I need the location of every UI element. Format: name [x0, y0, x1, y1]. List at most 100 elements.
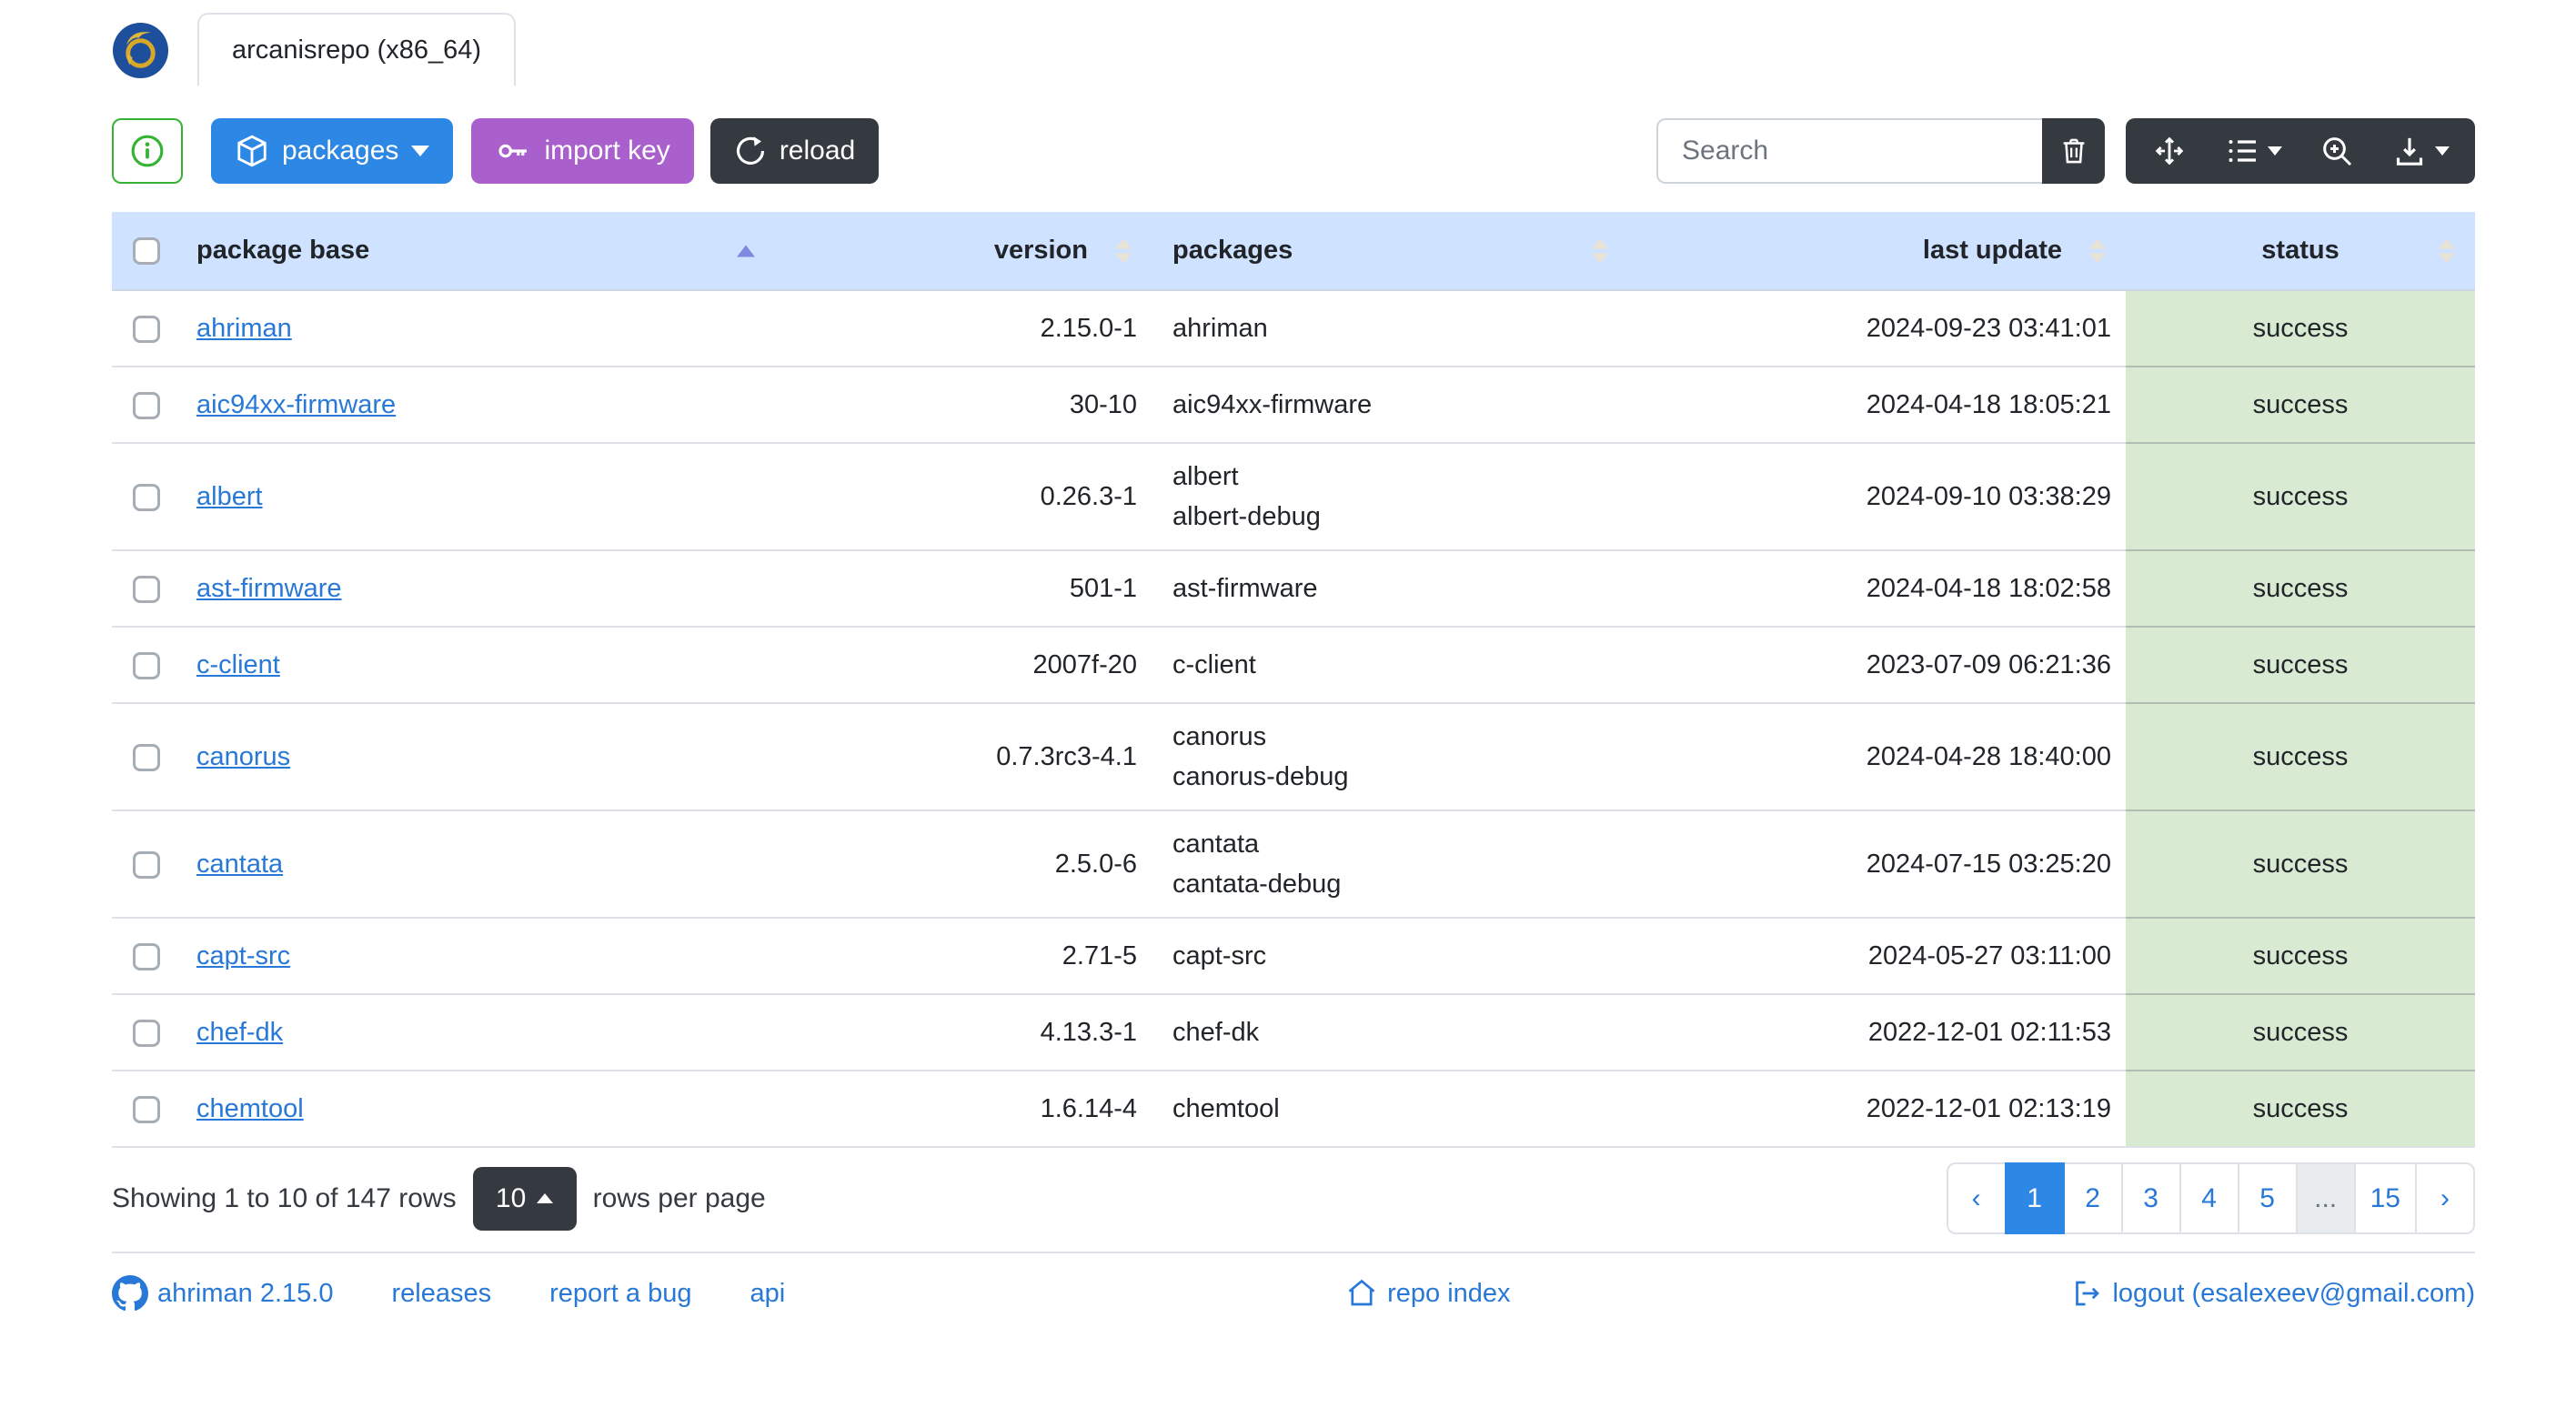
package-base-cell: canorus: [180, 702, 782, 810]
top-bar: arcanisrepo (x86_64): [112, 0, 2475, 85]
row-checkbox[interactable]: [132, 651, 160, 679]
key-icon: [498, 144, 528, 158]
table-row: canorus 0.7.3rc3-4.1 canorus canorus-debug 2…: [112, 702, 2475, 810]
last-update-cell: 2024-09-23 03:41:01: [1628, 289, 2126, 367]
releases-link[interactable]: releases: [391, 1279, 491, 1309]
status-cell: success: [2126, 549, 2475, 627]
row-checkbox[interactable]: [132, 850, 160, 879]
package-base-link[interactable]: aic94xx-firmware: [196, 390, 396, 419]
row-checkbox[interactable]: [132, 575, 160, 603]
export-button[interactable]: [2373, 118, 2468, 184]
pagination-bar: Showing 1 to 10 of 147 rows 10 rows per …: [112, 1162, 2475, 1234]
list-columns-icon: [2229, 140, 2256, 162]
package-base-link[interactable]: albert: [196, 482, 263, 511]
info-button[interactable]: [112, 118, 183, 184]
column-header-status[interactable]: status: [2126, 212, 2475, 291]
package-name: ahriman: [1172, 314, 1268, 343]
row-select-cell: [112, 1070, 180, 1147]
pagination-page-4[interactable]: 4: [2179, 1162, 2239, 1234]
package-base-link[interactable]: capt-src: [196, 941, 290, 970]
row-checkbox[interactable]: [132, 315, 160, 343]
pagination-prev[interactable]: ‹: [1946, 1162, 2007, 1234]
chevron-up-icon: [537, 1193, 554, 1203]
column-header-package-base[interactable]: package base: [180, 212, 782, 291]
reload-button[interactable]: reload: [709, 118, 880, 184]
row-checkbox[interactable]: [132, 483, 160, 511]
packages-button-label: packages: [282, 136, 399, 166]
last-update-cell: 2022-12-01 02:13:19: [1628, 1070, 2126, 1147]
row-select-cell: [112, 549, 180, 627]
releases-label: releases: [391, 1278, 492, 1308]
select-all-header: [112, 212, 180, 291]
packages-button[interactable]: packages: [211, 118, 454, 184]
package-base-cell: cantata: [180, 810, 782, 918]
package-base-link[interactable]: chef-dk: [196, 1018, 283, 1047]
status-cell: success: [2126, 442, 2475, 550]
package-base-link[interactable]: canorus: [196, 742, 290, 771]
pagination-page-5[interactable]: 5: [2237, 1162, 2298, 1234]
repo-index-label: repo index: [1387, 1278, 1511, 1308]
repository-tab[interactable]: arcanisrepo (x86_64): [197, 13, 517, 85]
status-cell: success: [2126, 917, 2475, 994]
sort-ascending-icon: [737, 245, 755, 256]
row-checkbox[interactable]: [132, 1019, 160, 1047]
row-checkbox[interactable]: [132, 743, 160, 771]
pagination-page-3[interactable]: 3: [2120, 1162, 2181, 1234]
pagination-page-1[interactable]: 1: [2004, 1162, 2065, 1234]
row-select-cell: [112, 626, 180, 703]
showing-rows-text: Showing 1 to 10 of 147 rows: [112, 1182, 457, 1213]
pagination: ‹ 1 2 3 4 5... 15 ›: [1946, 1162, 2475, 1234]
import-key-button[interactable]: import key: [471, 118, 694, 184]
clear-search-button[interactable]: [2042, 118, 2105, 184]
row-checkbox[interactable]: [132, 391, 160, 419]
last-update-cell: 2023-07-09 06:21:36: [1628, 626, 2126, 703]
row-select-cell: [112, 917, 180, 994]
sort-icon: [1592, 238, 1608, 263]
toggle-search-button[interactable]: [2300, 118, 2373, 184]
pagination-page-15[interactable]: 15: [2353, 1162, 2417, 1234]
column-header-last-update[interactable]: last update: [1628, 212, 2126, 291]
fullscreen-toggle-button[interactable]: [2133, 118, 2206, 184]
repository-tab-label: arcanisrepo (x86_64): [232, 35, 482, 65]
package-name: capt-src: [1172, 941, 1267, 970]
footer: ahriman 2.15.0 releases report a bug api…: [112, 1252, 2475, 1312]
row-checkbox[interactable]: [132, 942, 160, 970]
columns-button[interactable]: [2206, 118, 2300, 184]
footer-right: logout (esalexeev@gmail.com): [2070, 1277, 2475, 1310]
arrows-move-icon: [2155, 136, 2184, 166]
package-base-link[interactable]: ast-firmware: [196, 574, 342, 603]
logout-link[interactable]: logout (esalexeev@gmail.com): [2070, 1277, 2475, 1310]
column-label: status: [2261, 236, 2340, 265]
status-cell: success: [2126, 702, 2475, 810]
report-a-bug-link[interactable]: report a bug: [549, 1279, 691, 1309]
row-checkbox[interactable]: [132, 1095, 160, 1123]
rows-per-page-dropdown[interactable]: 10: [472, 1166, 577, 1231]
column-header-packages[interactable]: packages: [1152, 212, 1628, 291]
package-base-link[interactable]: c-client: [196, 650, 280, 679]
packages-cell: canorus canorus-debug: [1152, 702, 1628, 810]
pagination-next[interactable]: ›: [2415, 1162, 2475, 1234]
column-header-version[interactable]: version: [782, 212, 1152, 291]
package-base-cell: c-client: [180, 626, 782, 703]
version-cell: 4.13.3-1: [782, 993, 1152, 1071]
package-base-link[interactable]: cantata: [196, 850, 283, 879]
package-base-cell: ahriman: [180, 289, 782, 367]
last-update-cell: 2022-12-01 02:11:53: [1628, 993, 2126, 1071]
package-base-link[interactable]: chemtool: [196, 1094, 304, 1123]
ahriman-version-link[interactable]: ahriman 2.15.0: [112, 1275, 333, 1312]
search-input[interactable]: [1656, 118, 2042, 184]
pagination-page-2[interactable]: 2: [2062, 1162, 2123, 1234]
select-all-checkbox[interactable]: [132, 237, 160, 266]
package-base-cell: chef-dk: [180, 993, 782, 1071]
status-cell: success: [2126, 1070, 2475, 1147]
package-name: c-client: [1172, 650, 1256, 679]
packages-cell: cantata cantata-debug: [1152, 810, 1628, 918]
table-row: albert 0.26.3-1 albert albert-debug 2024-09-…: [112, 442, 2475, 550]
table-row: chef-dk 4.13.3-1 chef-dk 2022-12-01 02:11:5…: [112, 993, 2475, 1071]
repo-index-link[interactable]: repo index: [1345, 1277, 1511, 1310]
rows-per-page-value: 10: [495, 1182, 527, 1213]
package-base-link[interactable]: ahriman: [196, 314, 292, 343]
page: arcanisrepo (x86_64) packages import key…: [112, 0, 2475, 1312]
status-cell: success: [2126, 289, 2475, 367]
api-link[interactable]: api: [750, 1279, 785, 1309]
